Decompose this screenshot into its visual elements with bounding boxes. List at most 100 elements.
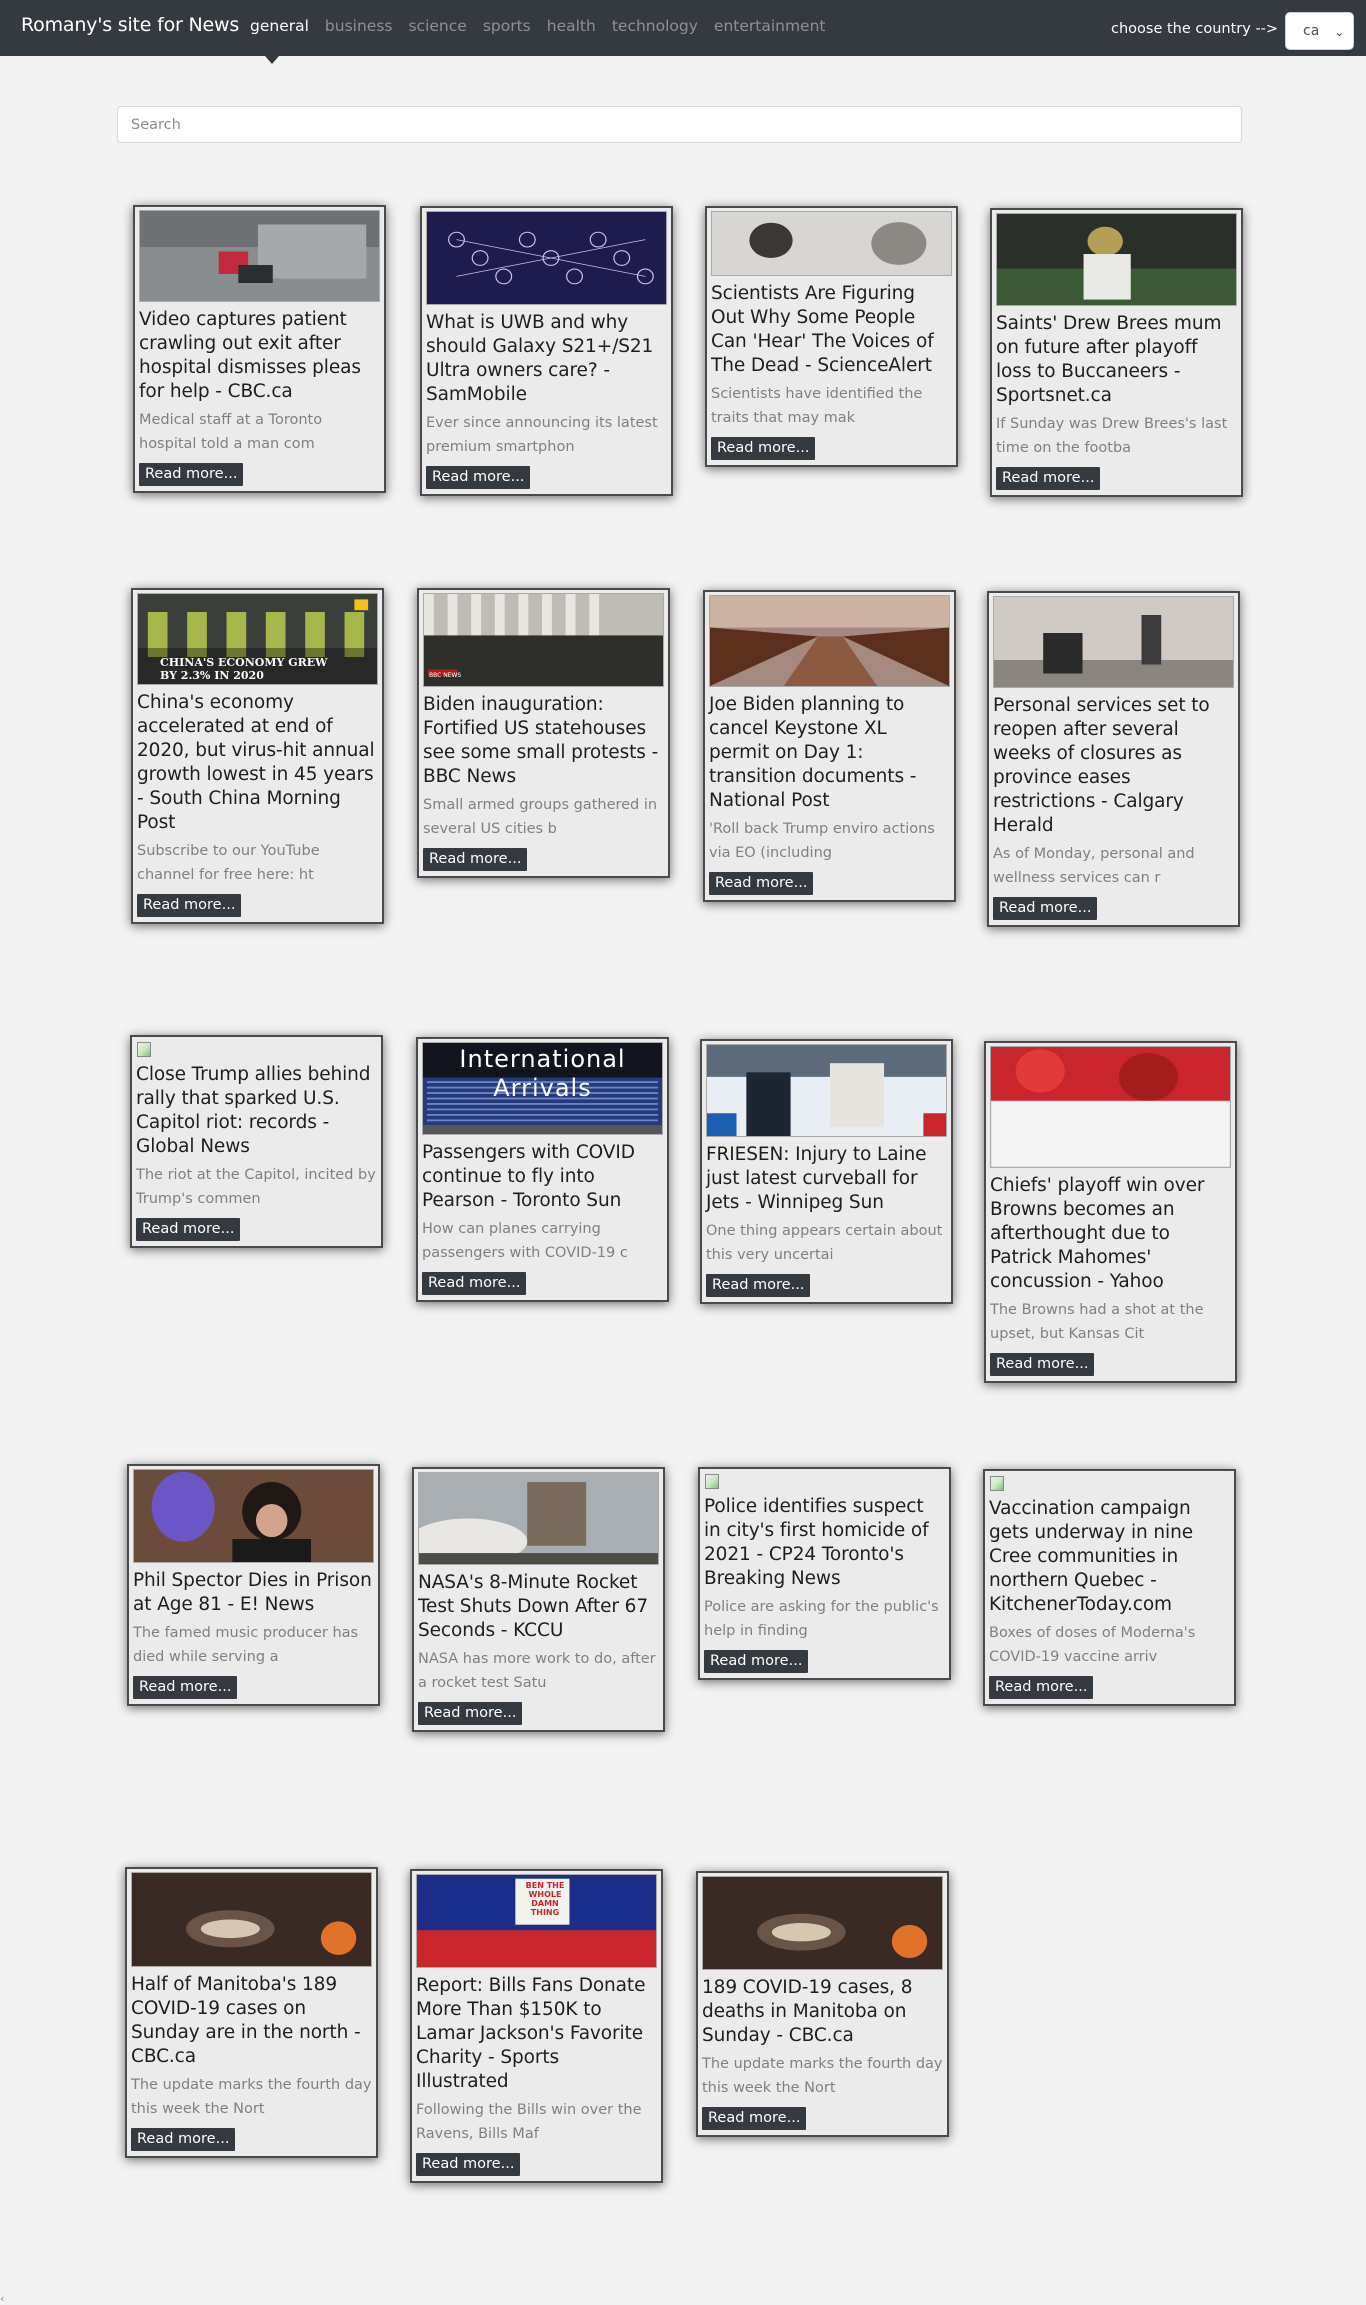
news-card-title: China's economy accelerated at end of 20… [137,692,375,833]
nav-link-general[interactable]: general [250,17,309,35]
news-card: Chiefs' playoff win over Browns becomes … [984,1041,1237,1383]
factory-robots-photo: CHINA'S ECONOMY GREW BY 2.3% IN 2020 [137,593,378,685]
news-card-title: Chiefs' playoff win over Browns becomes … [990,1175,1205,1292]
news-card: NASA's 8-Minute Rocket Test Shuts Down A… [412,1467,665,1732]
news-card-description: The Browns had a shot at the upset, but … [990,1302,1204,1342]
image-caption-overlay: International Arrivals [459,1045,626,1102]
news-card-title: Phil Spector Dies in Prison at Age 81 - … [133,1570,372,1615]
news-card-description: The riot at the Capitol, incited by Trum… [136,1167,376,1207]
news-card: Saints' Drew Brees mum on future after p… [990,208,1243,497]
brand-link[interactable]: Romany's site for News [21,14,239,36]
news-card-description: One thing appears certain about this ver… [706,1223,943,1263]
bills-fans-photo: BEN THE WHOLE DAMN THING [416,1874,657,1968]
news-card-description: Medical staff at a Toronto hospital told… [139,412,323,452]
news-card-description: Ever since announcing its latest premium… [426,415,658,455]
news-card: Vaccination campaign gets underway in ni… [983,1469,1236,1706]
search-placeholder: Search [131,116,181,133]
news-card-description: Scientists have identified the traits th… [711,386,923,426]
news-card: FRIESEN: Injury to Laine just latest cur… [700,1039,953,1304]
news-card-description: The famed music producer has died while … [133,1625,359,1665]
active-nav-indicator [265,56,280,64]
read-more-button[interactable]: Read more... [989,1676,1094,1699]
read-more-button[interactable]: Read more... [426,466,531,489]
broken-image-icon [137,1042,151,1057]
news-card: Close Trump allies behind rally that spa… [130,1035,383,1248]
read-more-button[interactable]: Read more... [139,463,244,486]
news-card: BBC NEWS Biden inauguration: Fortified US… [417,588,670,878]
news-card-description: How can planes carrying passengers with … [422,1221,628,1261]
nav-link-sports[interactable]: sports [483,17,531,35]
news-card-description: Subscribe to our YouTube channel for fre… [137,843,320,883]
nav-link-science[interactable]: science [408,17,466,35]
country-select-value: ca [1303,23,1320,39]
news-card: Phil Spector Dies in Prison at Age 81 - … [127,1464,380,1706]
news-card-description: As of Monday, personal and wellness serv… [993,846,1195,886]
scroll-marker: ‹ [0,2292,5,2305]
news-card-description: NASA has more work to do, after a rocket… [418,1651,656,1691]
read-more-button[interactable]: Read more... [709,872,814,895]
news-card-title: Vaccination campaign gets underway in ni… [989,1498,1193,1615]
news-card-title: Saints' Drew Brees mum on future after p… [996,313,1222,406]
read-more-button[interactable]: Read more... [996,467,1101,490]
news-card-title: Passengers with COVID continue to fly in… [422,1142,635,1211]
read-more-button[interactable]: Read more... [990,1353,1095,1376]
read-more-button[interactable]: Read more... [711,437,816,460]
barber-shop-photo [993,596,1234,688]
news-card-description: Following the Bills win over the Ravens,… [416,2102,642,2142]
country-select[interactable]: ca ⌄ [1285,12,1354,50]
read-more-button[interactable]: Read more... [993,897,1098,920]
news-card-title: NASA's 8-Minute Rocket Test Shuts Down A… [418,1572,649,1641]
nav-link-health[interactable]: health [547,17,596,35]
news-card: International Arrivals Passengers with CO… [416,1037,669,1302]
news-card: Scientists Are Figuring Out Why Some Peo… [705,206,958,467]
broken-image-icon [990,1476,1004,1491]
read-more-button[interactable]: Read more... [137,894,242,917]
news-card: Police identifies suspect in city's firs… [698,1467,951,1680]
connected-devices-illustration [426,211,667,305]
news-card-title: Police identifies suspect in city's firs… [704,1496,929,1589]
read-more-button[interactable]: Read more... [704,1650,809,1673]
news-card-description: Boxes of doses of Moderna's COVID-19 vac… [989,1625,1196,1665]
vintage-portrait-photo [711,211,952,276]
news-card: Personal services set to reopen after se… [987,591,1240,927]
read-more-button[interactable]: Read more... [136,1218,241,1241]
nav-link-entertainment[interactable]: entertainment [714,17,826,35]
news-card-title: Close Trump allies behind rally that spa… [136,1064,371,1157]
image-caption-overlay: CHINA'S ECONOMY GREW BY 2.3% IN 2020 [160,656,328,682]
chevron-down-icon: ⌄ [1334,26,1344,39]
search-input[interactable]: Search [117,106,1242,143]
news-card-title: Scientists Are Figuring Out Why Some Peo… [711,283,934,376]
news-card-title: Biden inauguration: Fortified US stateho… [423,694,659,787]
arrivals-board-photo: International Arrivals [422,1042,663,1135]
news-card-description: Police are asking for the public's help … [704,1599,939,1639]
news-card-title: Half of Manitoba's 189 COVID-19 cases on… [131,1974,361,2067]
news-card-description: Small armed groups gathered in several U… [423,797,658,837]
nav-links: general business science sports health t… [250,17,842,35]
read-more-button[interactable]: Read more... [133,1676,238,1699]
news-card: CHINA'S ECONOMY GREW BY 2.3% IN 2020 Chin… [131,588,384,924]
news-card: BEN THE WHOLE DAMN THING Report: Bills Fa… [410,1869,663,2183]
read-more-button[interactable]: Read more... [702,2107,807,2130]
courtroom-portrait-photo [133,1469,374,1563]
news-card-title: Joe Biden planning to cancel Keystone XL… [709,694,917,811]
news-card-title: Report: Bills Fans Donate More Than $150… [416,1975,646,2092]
nav-link-technology[interactable]: technology [612,17,698,35]
news-card: 189 COVID-19 cases, 8 deaths in Manitoba… [696,1871,949,2137]
read-more-button[interactable]: Read more... [418,1702,523,1725]
read-more-button[interactable]: Read more... [416,2153,521,2176]
news-card-description: 'Roll back Trump enviro actions via EO (… [709,821,935,861]
read-more-button[interactable]: Read more... [423,848,528,871]
news-card: What is UWB and why should Galaxy S21+/S… [420,206,673,496]
news-card-title: 189 COVID-19 cases, 8 deaths in Manitoba… [702,1977,913,2046]
hockey-rink-photo [706,1044,947,1137]
lab-glasses-photo [702,1876,943,1970]
nav-link-business[interactable]: business [325,17,393,35]
pipeline-stacks-photo [709,595,950,687]
read-more-button[interactable]: Read more... [131,2128,236,2151]
news-card: Video captures patient crawling out exit… [133,205,386,493]
lab-glasses-photo [131,1872,372,1967]
read-more-button[interactable]: Read more... [706,1274,811,1297]
navbar: Romany's site for News general business … [0,0,1366,56]
read-more-button[interactable]: Read more... [422,1272,527,1295]
football-quarterback-photo [996,213,1237,306]
